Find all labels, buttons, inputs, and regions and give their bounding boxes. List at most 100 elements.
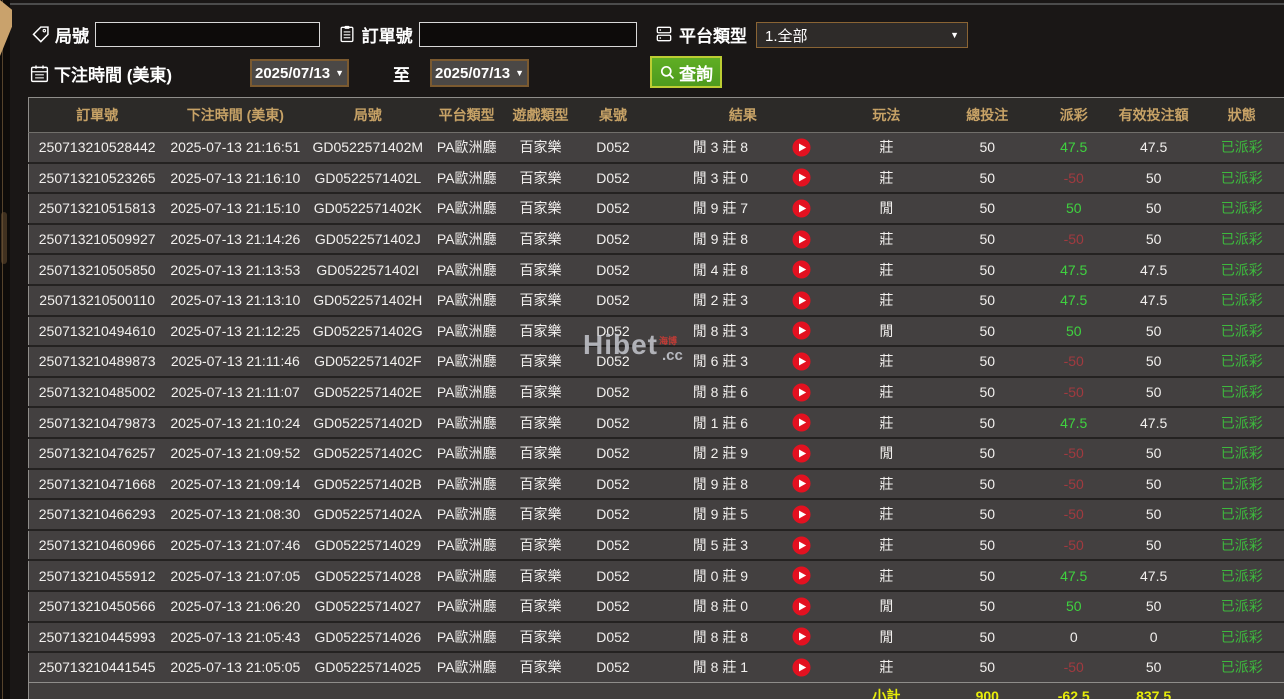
cell-game: GD0522571402I [305, 253, 431, 285]
play-video-button[interactable] [792, 444, 811, 463]
game-no-input[interactable] [95, 21, 320, 47]
cell-result: 閒 6 莊 3 [647, 345, 838, 377]
platform-type-select[interactable]: 1.全部 ▼ [756, 22, 968, 48]
cell-time: 2025-07-13 21:05:43 [165, 620, 306, 653]
cell-order: 250713210489873 [28, 345, 166, 377]
cell-time: 2025-07-13 21:11:07 [165, 375, 306, 408]
result-text: 閒 5 莊 3 [692, 537, 749, 554]
cell-game: GD0522571402M [305, 132, 431, 163]
cell-platform: PA歐洲廳 [430, 651, 504, 683]
play-video-button[interactable] [792, 413, 811, 432]
cell-result: 閒 0 莊 9 [647, 559, 838, 591]
cell-platform: PA歐洲廳 [430, 253, 504, 285]
table-row: 250713210485002 2025-07-13 21:11:07 GD0522… [28, 375, 1284, 408]
cell-status: 已派彩 [1199, 253, 1284, 285]
play-video-button[interactable] [792, 138, 811, 157]
game-no-filter: 局號 [30, 20, 320, 48]
subtotal-valid: 837.5 [1107, 681, 1200, 699]
cell-result: 閒 5 莊 3 [647, 528, 838, 561]
subtotal-payout: -62.5 [1039, 681, 1108, 699]
col-header-game: 局號 [305, 97, 431, 133]
cell-order: 250713210479873 [28, 406, 166, 438]
play-video-button[interactable] [792, 536, 811, 555]
cell-platform: PA歐洲廳 [430, 467, 504, 500]
cell-payout: -50 [1039, 528, 1108, 561]
search-icon [659, 64, 676, 81]
to-label: 至 [393, 66, 410, 85]
cell-time: 2025-07-13 21:06:20 [165, 589, 306, 622]
cell-order: 250713210471668 [28, 467, 166, 500]
cell-payout: 47.5 [1039, 253, 1108, 285]
cell-game: GD0522571402L [305, 161, 431, 194]
cell-play: 莊 [837, 467, 935, 500]
cell-result: 閒 8 莊 3 [647, 314, 838, 347]
chevron-down-icon: ▼ [950, 30, 959, 40]
play-video-button[interactable] [792, 291, 811, 310]
cell-order: 250713210485002 [28, 375, 166, 408]
play-video-button[interactable] [792, 597, 811, 616]
cell-time: 2025-07-13 21:13:53 [165, 253, 306, 285]
cell-table_no: D052 [578, 345, 648, 377]
date-to-value: 2025/07/13 [435, 64, 511, 82]
play-video-button[interactable] [792, 566, 811, 585]
cell-game: GD05225714025 [305, 651, 431, 683]
cell-time: 2025-07-13 21:09:52 [165, 436, 306, 469]
cell-total: 50 [934, 314, 1040, 347]
play-video-button[interactable] [792, 474, 811, 493]
play-video-button[interactable] [792, 627, 811, 646]
order-no-input[interactable] [418, 21, 637, 47]
cell-payout: 47.5 [1039, 406, 1108, 438]
cell-order: 250713210500110 [28, 283, 166, 316]
cell-total: 50 [934, 192, 1040, 224]
cell-status: 已派彩 [1199, 161, 1284, 194]
date-from-select[interactable]: 2025/07/13 ▼ [250, 59, 349, 87]
cell-game: GD05225714028 [305, 559, 431, 591]
cell-game_type: 百家樂 [503, 620, 579, 653]
cell-game_type: 百家樂 [503, 436, 579, 469]
cell-total: 50 [934, 589, 1040, 622]
cell-total: 50 [934, 651, 1040, 683]
play-video-button[interactable] [792, 658, 811, 677]
result-text: 閒 4 莊 8 [692, 261, 749, 278]
cell-game_type: 百家樂 [503, 253, 579, 285]
cell-game: GD05225714026 [305, 620, 431, 653]
cell-result: 閒 4 莊 8 [647, 253, 838, 285]
cell-status: 已派彩 [1199, 192, 1284, 224]
cell-valid: 0 [1107, 620, 1200, 653]
left-decorative-strip [0, 0, 12, 699]
cell-status: 已派彩 [1199, 132, 1284, 163]
cell-play: 莊 [837, 161, 935, 194]
cell-platform: PA歐洲廳 [430, 283, 504, 316]
cell-status: 已派彩 [1199, 345, 1284, 377]
cell-game: GD0522571402B [305, 467, 431, 500]
play-video-button[interactable] [792, 352, 811, 371]
cell-play: 莊 [837, 375, 935, 408]
cell-platform: PA歐洲廳 [430, 620, 504, 653]
search-button[interactable]: 查詢 [650, 56, 722, 88]
cell-valid: 50 [1107, 161, 1200, 194]
cell-valid: 50 [1107, 589, 1200, 622]
cell-time: 2025-07-13 21:07:05 [165, 559, 306, 591]
play-video-button[interactable] [792, 168, 811, 187]
play-video-button[interactable] [792, 505, 811, 524]
play-video-button[interactable] [792, 321, 811, 340]
play-video-button[interactable] [792, 199, 811, 218]
play-video-button[interactable] [792, 260, 811, 279]
cell-payout: 47.5 [1039, 559, 1108, 591]
order-no-filter: 訂單號 [337, 20, 637, 48]
cell-order: 250713210523265 [28, 161, 166, 194]
table-row: 250713210441545 2025-07-13 21:05:05 GD0522… [28, 651, 1284, 683]
play-video-button[interactable] [792, 383, 811, 402]
cell-game_type: 百家樂 [503, 375, 579, 408]
cell-order: 250713210450566 [28, 589, 166, 622]
result-text: 閒 1 莊 6 [692, 414, 749, 431]
cell-result: 閒 9 莊 8 [647, 222, 838, 255]
top-divider [8, 3, 1284, 5]
bet-records-table: 訂單號 下注時間 (美東) 局號 平台類型 遊戲類型 桌號 結果 玩法 總投注 派彩 有效投注額 狀態… [27, 97, 1284, 699]
date-to-select[interactable]: 2025/07/13 ▼ [430, 59, 529, 87]
play-video-button[interactable] [792, 230, 811, 249]
cell-time: 2025-07-13 21:10:24 [165, 406, 306, 438]
cell-total: 50 [934, 161, 1040, 194]
cell-game: GD0522571402K [305, 192, 431, 224]
table-header: 訂單號 下注時間 (美東) 局號 平台類型 遊戲類型 桌號 結果 玩法 總投注 派彩 有效投注額 狀態 [28, 97, 1284, 133]
